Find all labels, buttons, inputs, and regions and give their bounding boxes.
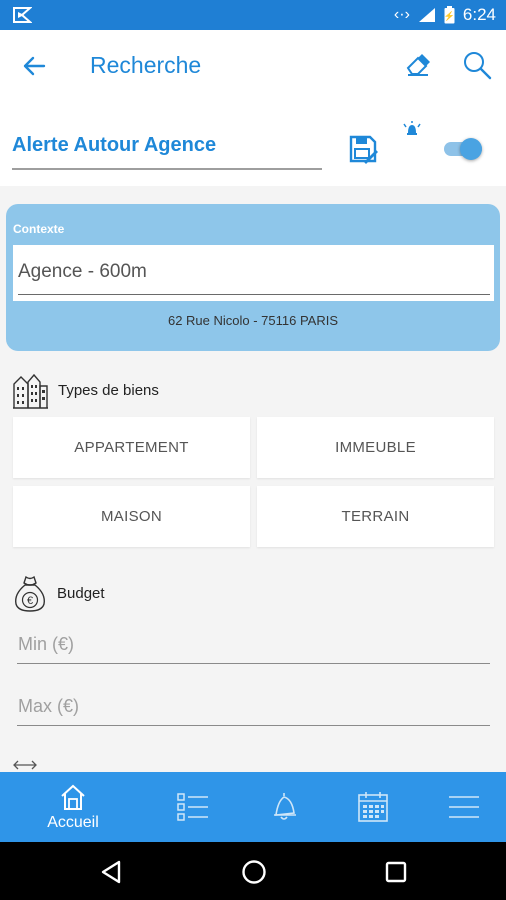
money-bag-euro-icon: € [15,575,45,612]
context-address: 62 Rue Nicolo - 75116 PARIS [167,313,339,328]
system-navigation-bar [0,842,506,900]
type-immeuble-button[interactable]: IMMEUBLE [257,417,494,478]
budget-header: € Budget [12,573,105,613]
save-edit-icon[interactable] [348,134,378,164]
battery-icon: ⚡ [444,6,455,24]
recents-square-icon[interactable] [385,861,407,883]
nav-checklist[interactable] [166,772,220,842]
context-value: Agence - 600m [18,261,147,282]
property-types-label: Types de biens [58,381,159,399]
type-appartement-button[interactable]: APPARTEMENT [13,417,250,478]
svg-text:⚡: ⚡ [444,10,455,22]
type-maison-button[interactable]: MAISON [13,486,250,547]
status-bar: ‹·› ⚡ 6:24 [0,0,506,30]
nav-accueil-label: Accueil [47,814,99,831]
page-title: Recherche [90,52,202,78]
budget-max-placeholder: Max (€) [18,696,80,716]
back-arrow-icon[interactable] [20,52,48,80]
budget-label: Budget [57,584,105,602]
search-icon[interactable] [462,50,492,80]
app-bar: Recherche [0,30,506,102]
app-notification-icon [13,7,32,23]
budget-max-input[interactable]: Max (€) [17,690,490,726]
eraser-icon[interactable] [404,50,432,78]
alert-name-input[interactable]: Alerte Autour Agence [12,134,322,170]
status-time: 6:24 [462,5,496,24]
context-label: Contexte [13,222,65,236]
buildings-icon [13,373,48,409]
svg-text:€: € [27,595,33,607]
alert-toggle[interactable] [444,138,482,160]
home-icon [61,784,85,810]
nav-alerts[interactable] [257,772,311,842]
property-types-header: Types de biens [12,370,159,410]
context-card: Contexte Agence - 600m 62 Rue Nicolo - 7… [6,204,500,351]
horizontal-arrows-icon [13,760,37,770]
back-triangle-icon[interactable] [100,860,122,884]
bell-alarm-icon [403,121,421,135]
checklist-icon [177,793,208,821]
signal-icon [418,8,435,22]
calendar-icon [358,792,388,822]
context-underline [18,294,490,295]
home-circle-icon[interactable] [241,859,267,885]
budget-min-placeholder: Min (€) [18,634,75,654]
bell-icon [274,793,296,820]
data-sync-icon: ‹·› [393,6,410,23]
type-terrain-button[interactable]: TERRAIN [257,486,494,547]
toggle-thumb [460,138,482,160]
nav-menu[interactable] [436,772,492,842]
budget-min-input[interactable]: Min (€) [17,628,490,664]
nav-calendar[interactable] [346,772,400,842]
bottom-navigation: Accueil [0,772,506,842]
nav-accueil[interactable]: Accueil [30,772,116,842]
alert-header: Alerte Autour Agence [0,102,506,186]
context-field[interactable]: Agence - 600m [13,245,494,301]
menu-icon [449,796,479,818]
